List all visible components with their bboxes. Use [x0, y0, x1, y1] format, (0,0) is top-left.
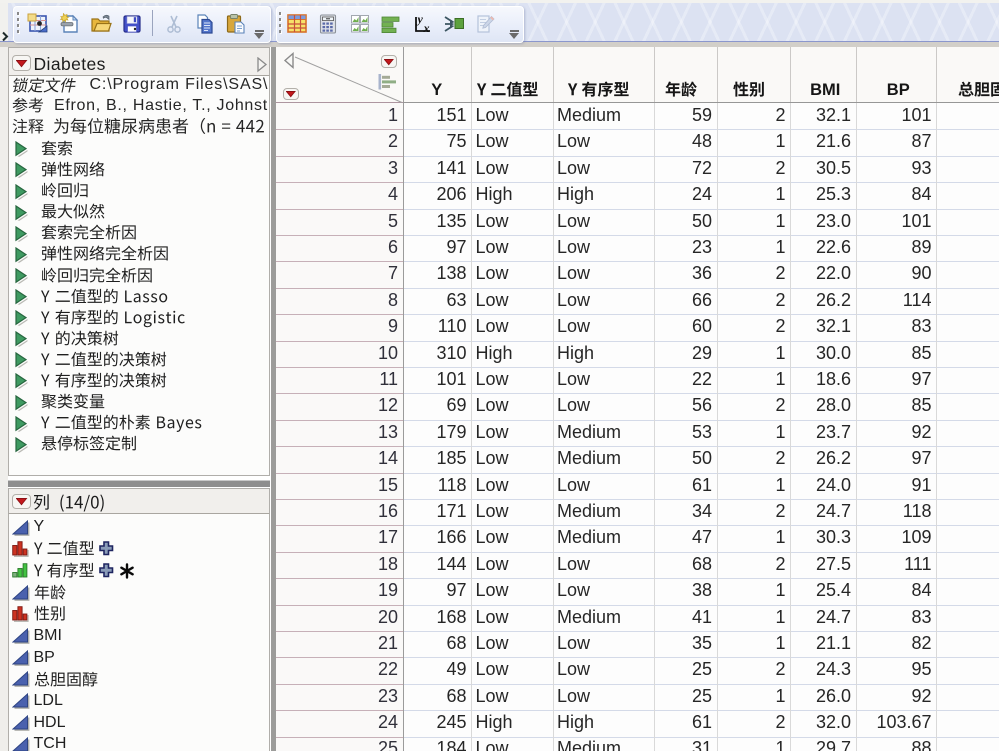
- svg-text:x: x: [423, 21, 430, 35]
- svg-text:y: y: [416, 13, 424, 26]
